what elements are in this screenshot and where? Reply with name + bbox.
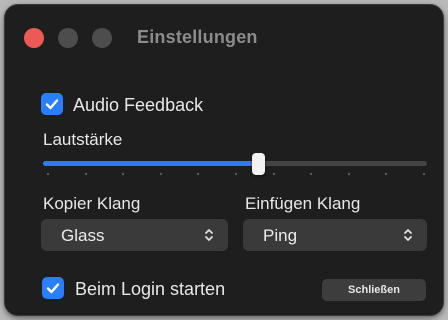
audio-feedback-label: Audio Feedback bbox=[73, 95, 204, 115]
close-window-icon[interactable] bbox=[24, 28, 44, 48]
volume-slider-tick bbox=[197, 173, 200, 175]
close-button[interactable]: Schließen bbox=[322, 279, 426, 301]
zoom-window-icon[interactable] bbox=[92, 28, 112, 48]
volume-label: Lautstärke bbox=[43, 130, 123, 149]
copy-sound-value: Glass bbox=[61, 226, 105, 245]
volume-slider-thumb[interactable] bbox=[252, 153, 266, 175]
start-at-login-checkbox[interactable] bbox=[42, 277, 64, 299]
copy-sound-label: Kopier Klang bbox=[43, 194, 141, 213]
paste-sound-label: Einfügen Klang bbox=[245, 194, 361, 213]
paste-sound-value: Ping bbox=[263, 226, 298, 245]
volume-slider-tick bbox=[235, 173, 237, 175]
volume-slider-track[interactable] bbox=[43, 161, 427, 166]
volume-slider-tick bbox=[159, 173, 162, 175]
volume-slider-tick bbox=[385, 173, 388, 175]
volume-slider-tick bbox=[423, 173, 425, 175]
title-bar: Einstellungen bbox=[5, 5, 443, 65]
window-title: Einstellungen bbox=[137, 27, 258, 47]
volume-slider-tick bbox=[347, 173, 350, 175]
checkmark-icon bbox=[46, 283, 60, 294]
checkmark-icon bbox=[45, 99, 59, 110]
volume-slider-tick bbox=[310, 173, 313, 175]
copy-sound-select[interactable]: Glass bbox=[41, 219, 228, 251]
volume-slider-fill bbox=[43, 161, 259, 166]
volume-slider-tick bbox=[122, 173, 125, 175]
settings-window: Einstellungen Audio Feedback Lautstärke … bbox=[4, 4, 444, 316]
paste-sound-select[interactable]: Ping bbox=[243, 219, 427, 251]
volume-slider-tick bbox=[272, 173, 275, 175]
volume-slider-tick bbox=[47, 173, 49, 175]
volume-slider-tick bbox=[84, 173, 87, 175]
start-at-login-label: Beim Login starten bbox=[75, 279, 226, 299]
minimize-window-icon[interactable] bbox=[58, 28, 78, 48]
chevron-up-down-icon bbox=[205, 229, 213, 241]
audio-feedback-checkbox[interactable] bbox=[41, 93, 63, 115]
chevron-up-down-icon bbox=[404, 229, 412, 241]
